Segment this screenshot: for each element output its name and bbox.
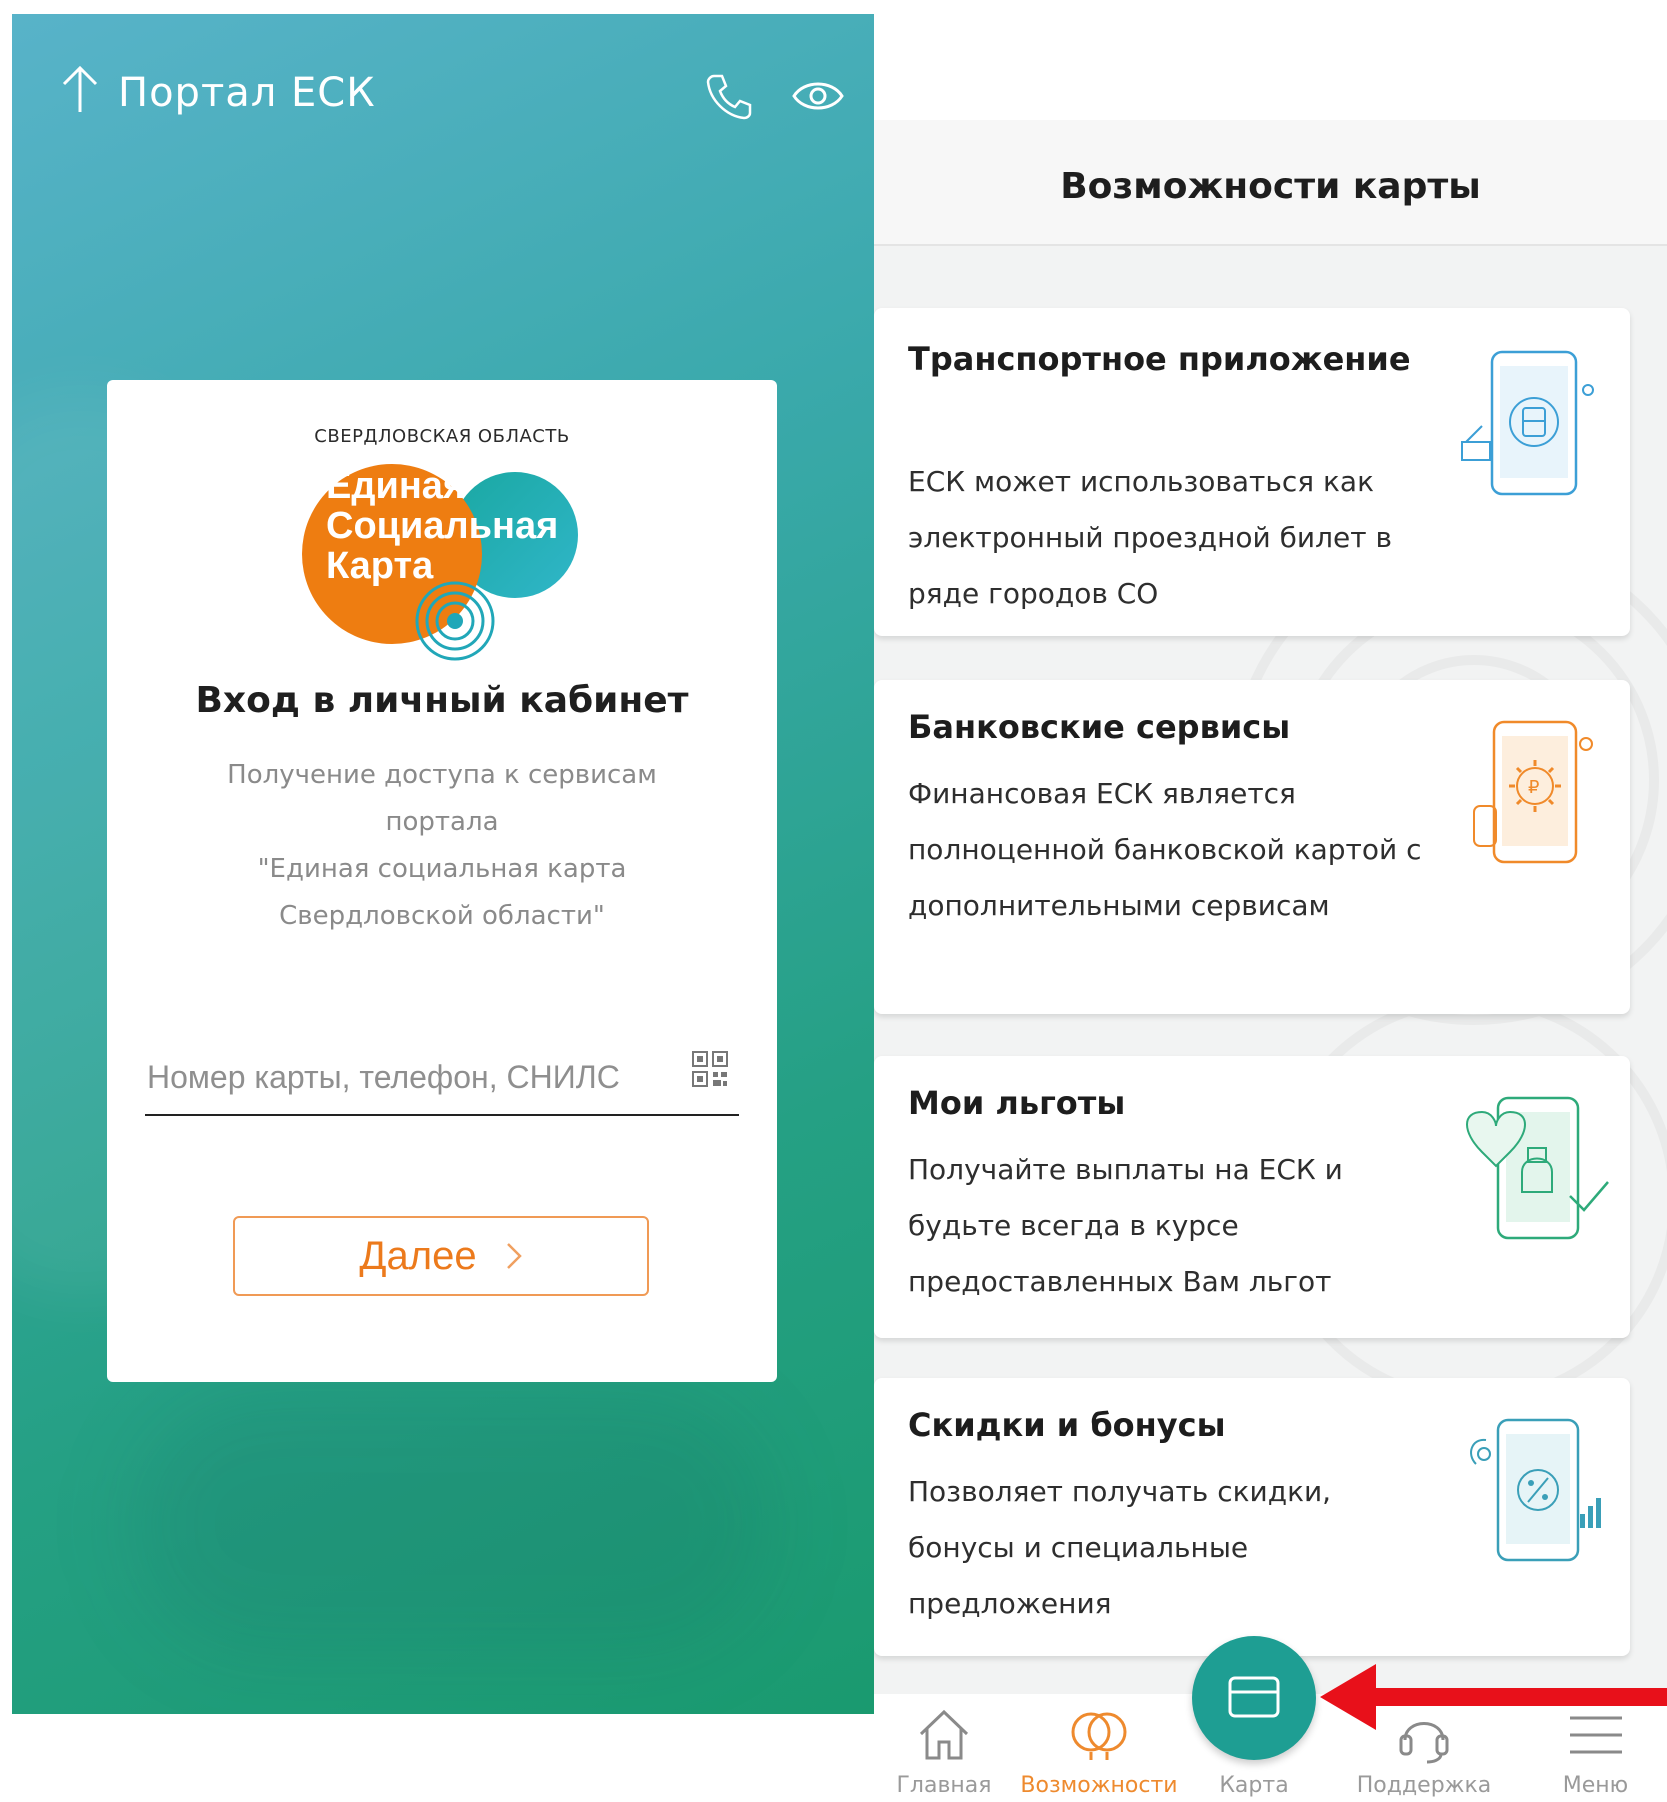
login-description-line: Свердловской области": [279, 901, 605, 931]
page-title: Возможности карты: [1060, 166, 1481, 207]
login-description: Получение доступа к сервисам портала "Ед…: [167, 752, 717, 940]
chevron-right-icon: [506, 1243, 522, 1269]
nav-item-home[interactable]: Главная: [874, 1694, 1014, 1802]
feature-card-transport[interactable]: Транспортное приложение ЕСК может исполь…: [874, 308, 1630, 636]
feature-title: Транспортное приложение: [908, 340, 1411, 378]
next-button-label: Далее: [359, 1233, 477, 1278]
feature-card-benefits[interactable]: Мои льготы Получайте выплаты на ЕСК и бу…: [874, 1056, 1630, 1338]
logo-text: Единая Социальная Карта: [326, 466, 558, 586]
feature-title: Скидки и бонусы: [908, 1406, 1226, 1444]
esk-logo: Единая Социальная Карта: [302, 448, 582, 661]
logo-text-line: Карта: [326, 545, 434, 587]
logo-text-line: Социальная: [326, 505, 559, 547]
eye-icon[interactable]: [792, 76, 844, 116]
portal-title: Портал ЕСК: [118, 70, 376, 116]
next-button[interactable]: Далее: [233, 1216, 649, 1296]
feature-description: ЕСК может использоваться как электронный…: [908, 465, 1392, 610]
back-arrow-icon[interactable]: [58, 58, 102, 118]
features-icon: [1071, 1712, 1127, 1760]
nav-label: Меню: [1562, 1773, 1629, 1798]
feature-description: Получайте выплаты на ЕСК и будьте всегда…: [908, 1153, 1343, 1298]
transport-phone-icon: [1461, 350, 1594, 496]
nav-item-features[interactable]: Возможности: [1014, 1694, 1184, 1802]
feature-card-banking[interactable]: Банковские сервисы Финансовая ЕСК являет…: [874, 680, 1630, 1014]
qr-code-icon[interactable]: [691, 1050, 729, 1088]
feature-card-discounts[interactable]: Скидки и бонусы Позволяет получать скидк…: [874, 1378, 1630, 1656]
login-description-line: "Единая социальная карта: [257, 854, 627, 884]
annotation-arrow-icon: [1320, 1664, 1667, 1730]
feature-title: Мои льготы: [908, 1084, 1126, 1122]
login-description-line: Получение доступа к сервисам: [227, 760, 657, 790]
feature-description: Позволяет получать скидки, бонусы и спец…: [908, 1475, 1332, 1620]
discount-phone-icon: [1470, 1418, 1601, 1562]
card-fab-button[interactable]: [1192, 1636, 1316, 1760]
nav-label: Поддержка: [1356, 1773, 1492, 1798]
feature-description: Финансовая ЕСК является полноценной банк…: [908, 777, 1422, 922]
card-icon: [1228, 1676, 1280, 1718]
nav-label: Возможности: [1020, 1773, 1178, 1798]
login-card: СВЕРДЛОВСКАЯ ОБЛАСТЬ Единая Социальная К…: [107, 380, 777, 1382]
logo-rings-icon: [415, 581, 495, 661]
login-description-line: портала: [385, 807, 499, 837]
login-field: [145, 1040, 739, 1116]
svg-text:₽: ₽: [1528, 777, 1539, 798]
top-bar: Портал ЕСК: [12, 14, 874, 154]
login-screen: Портал ЕСК СВЕРДЛОВСКАЯ ОБЛАСТЬ Единая С…: [12, 14, 874, 1714]
features-screen: Возможности карты Транспортное приложени…: [874, 120, 1667, 1802]
phone-icon[interactable]: [702, 70, 756, 124]
logo-caption: СВЕРДЛОВСКАЯ ОБЛАСТЬ: [314, 426, 570, 447]
features-header: Возможности карты: [874, 120, 1667, 246]
nav-label: Главная: [896, 1773, 992, 1798]
home-icon: [919, 1709, 969, 1760]
bank-phone-icon: ₽: [1473, 720, 1593, 864]
background-blur: [132, 1394, 772, 1654]
nav-label: Карта: [1219, 1773, 1289, 1798]
login-input[interactable]: [145, 1054, 689, 1100]
login-title: Вход в личный кабинет: [195, 680, 689, 721]
feature-title: Банковские сервисы: [908, 708, 1291, 746]
benefits-phone-icon: [1466, 1096, 1609, 1240]
logo-text-line: Единая: [326, 465, 466, 507]
